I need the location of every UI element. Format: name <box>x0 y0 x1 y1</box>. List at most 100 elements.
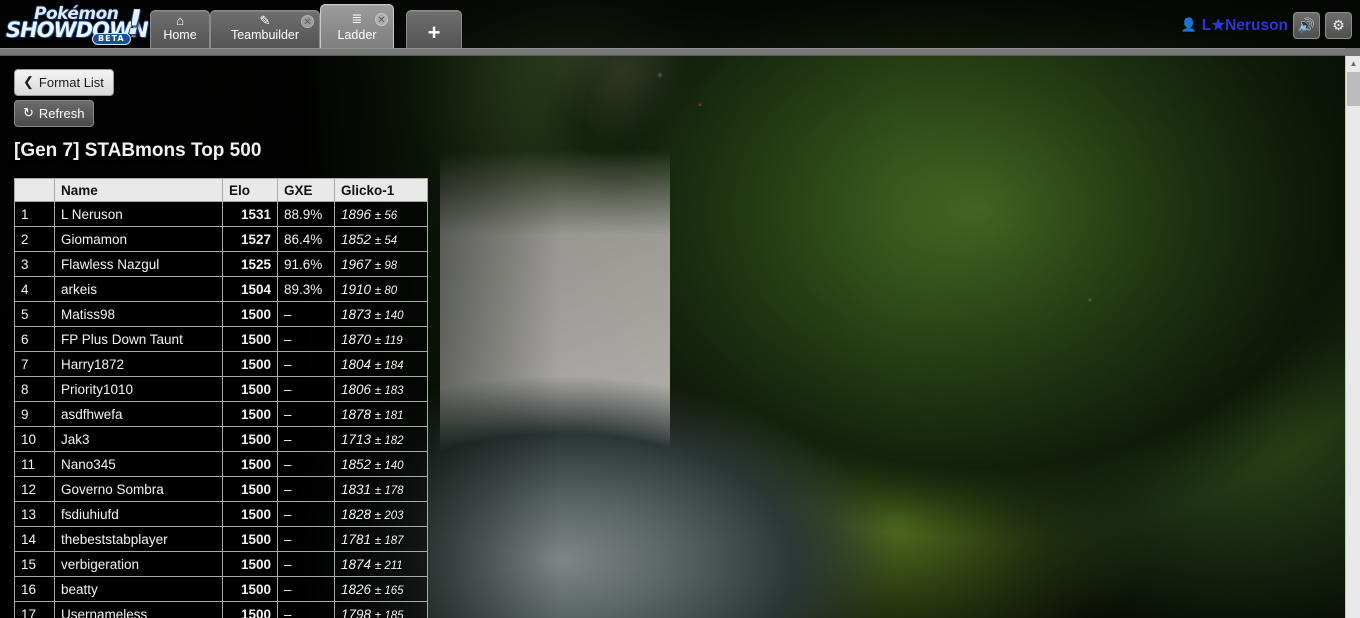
cell-gxe: – <box>277 376 335 402</box>
format-list-button[interactable]: ❮ Format List <box>14 69 114 96</box>
scroll-up-arrow-icon[interactable]: ▲ <box>1346 56 1360 71</box>
cell-elo: 1500 <box>222 401 278 427</box>
glicko-deviation: ± 140 <box>374 309 404 322</box>
cell-name[interactable]: asdfhwefa <box>54 401 223 427</box>
table-row[interactable]: 11 Nano345 1500–1852 ± 140 <box>14 451 428 477</box>
cell-name[interactable]: arkeis <box>54 276 223 302</box>
cell-gxe: – <box>277 601 335 618</box>
tab-ladder-close-icon[interactable]: ✕ <box>375 13 388 26</box>
cell-rank: 2 <box>14 226 55 252</box>
cell-name[interactable]: thebeststabplayer <box>54 526 223 552</box>
table-row[interactable]: 17 Usernameless 1500–1798 ± 185 <box>14 601 428 618</box>
glicko-value: 1874 <box>341 556 372 572</box>
glicko-deviation: ± 182 <box>374 434 404 447</box>
glicko-deviation: ± 80 <box>374 284 398 297</box>
page-scrollbar[interactable]: ▲ <box>1345 56 1360 618</box>
table-row[interactable]: 13 fsdiuhiufd 1500–1828 ± 203 <box>14 501 428 527</box>
table-row[interactable]: 2 Giomamon 1527 86.4% 1852 ± 54 <box>14 226 428 252</box>
table-row[interactable]: 4 arkeis 1504 89.3% 1910 ± 80 <box>14 276 428 302</box>
refresh-button[interactable]: ↻ Refresh <box>14 100 95 127</box>
user-icon: 👤 <box>1180 17 1197 32</box>
table-row[interactable]: 8 Priority1010 1500–1806 ± 183 <box>14 376 428 402</box>
cell-elo: 1500 <box>222 476 278 502</box>
scrollbar-thumb[interactable] <box>1347 72 1360 106</box>
table-row[interactable]: 3 Flawless Nazgul 1525 91.6% 1967 ± 98 <box>14 251 428 277</box>
cell-gxe: 91.6% <box>277 251 335 277</box>
refresh-icon: ↻ <box>23 105 34 120</box>
table-row[interactable]: 1L Neruson 1531 88.9% 1896 ± 56 <box>14 201 428 227</box>
cell-rank: 8 <box>14 376 55 402</box>
cell-name[interactable]: verbigeration <box>54 551 223 577</box>
cell-elo: 1531 <box>222 201 278 227</box>
cell-glicko: 1873 ± 140 <box>334 301 428 327</box>
cell-name[interactable]: Jak3 <box>54 426 223 452</box>
cell-elo: 1500 <box>222 501 278 527</box>
tab-teambuilder-label: Teambuilder <box>230 28 300 42</box>
gear-icon: ⚙ <box>1332 16 1345 33</box>
cell-name[interactable]: Matiss98 <box>54 301 223 327</box>
glicko-deviation: ± 56 <box>374 209 398 222</box>
cell-name[interactable]: Nano345 <box>54 451 223 477</box>
table-row[interactable]: 12 Governo Sombra 1500–1831 ± 178 <box>14 476 428 502</box>
cell-name[interactable]: Giomamon <box>54 226 223 252</box>
scrollbar-corner <box>1345 48 1360 56</box>
glicko-deviation: ± 185 <box>374 609 404 618</box>
ladder-table-container: Name Elo GXE Glicko-1 1L Neruson 1531 88.9… <box>14 178 428 618</box>
cell-gxe: – <box>277 451 335 477</box>
table-row[interactable]: 7 Harry1872 1500–1804 ± 184 <box>14 351 428 377</box>
glicko-deviation: ± 178 <box>374 484 404 497</box>
cell-name[interactable]: Governo Sombra <box>54 476 223 502</box>
cell-name[interactable]: Priority1010 <box>54 376 223 402</box>
cell-name[interactable]: Usernameless <box>54 601 223 618</box>
table-row[interactable]: 6 FP Plus Down Taunt 1500–1870 ± 119 <box>14 326 428 352</box>
cell-name[interactable]: beatty <box>54 576 223 602</box>
table-row[interactable]: 15 verbigeration 1500–1874 ± 211 <box>14 551 428 577</box>
table-row[interactable]: 10 Jak3 1500–1713 ± 182 <box>14 426 428 452</box>
table-row[interactable]: 14 thebeststabplayer 1500–1781 ± 187 <box>14 526 428 552</box>
site-logo[interactable]: Pokémon SHOWDOWN BETA ! <box>4 2 149 46</box>
tab-teambuilder-close-icon[interactable]: ✕ <box>301 15 314 28</box>
tab-home[interactable]: ⌂ Home <box>150 10 210 48</box>
cell-elo: 1500 <box>222 601 278 618</box>
cell-name[interactable]: L Neruson <box>54 201 223 227</box>
table-row[interactable]: 9 asdfhwefa 1500–1878 ± 181 <box>14 401 428 427</box>
glicko-deviation: ± 187 <box>374 534 404 547</box>
cell-rank: 7 <box>14 351 55 377</box>
new-tab-button[interactable]: + <box>406 10 462 48</box>
cell-glicko: 1826 ± 165 <box>334 576 428 602</box>
sound-button[interactable]: 🔊 <box>1293 11 1320 39</box>
glicko-value: 1896 <box>341 206 372 222</box>
cell-name[interactable]: FP Plus Down Taunt <box>54 326 223 352</box>
table-row[interactable]: 5 Matiss98 1500–1873 ± 140 <box>14 301 428 327</box>
glicko-deviation: ± 165 <box>374 584 404 597</box>
glicko-deviation: ± 211 <box>374 559 403 572</box>
cell-glicko: 1874 ± 211 <box>334 551 428 577</box>
cell-elo: 1500 <box>222 376 278 402</box>
cell-gxe: – <box>277 476 335 502</box>
tab-ladder[interactable]: ≣ ✕ Ladder <box>320 4 394 48</box>
cell-glicko: 1870 ± 119 <box>334 326 428 352</box>
glicko-value: 1713 <box>341 431 372 447</box>
column-header-elo: Elo <box>222 178 278 202</box>
glicko-value: 1870 <box>341 331 372 347</box>
glicko-deviation: ± 119 <box>374 334 403 347</box>
glicko-value: 1852 <box>341 456 372 472</box>
cell-glicko: 1896 ± 56 <box>334 201 428 227</box>
table-row[interactable]: 16 beatty 1500–1826 ± 165 <box>14 576 428 602</box>
logo-exclamation: ! <box>127 3 143 43</box>
cell-elo: 1500 <box>222 326 278 352</box>
tab-teambuilder[interactable]: ✎ ✕ Teambuilder <box>210 10 320 48</box>
cell-rank: 15 <box>14 551 55 577</box>
cell-glicko: 1878 ± 181 <box>334 401 428 427</box>
cell-glicko: 1852 ± 54 <box>334 226 428 252</box>
cell-glicko: 1798 ± 185 <box>334 601 428 618</box>
cell-name[interactable]: Flawless Nazgul <box>54 251 223 277</box>
cell-name[interactable]: Harry1872 <box>54 351 223 377</box>
glicko-value: 1781 <box>341 531 372 547</box>
app-window: Pokémon SHOWDOWN BETA ! ⌂ Home ✎ ✕ Teamb… <box>0 0 1360 618</box>
cell-rank: 17 <box>14 601 55 618</box>
tab-home-label: Home <box>163 28 197 42</box>
username-button[interactable]: 👤 L★Neruson <box>1181 16 1288 35</box>
cell-name[interactable]: fsdiuhiufd <box>54 501 223 527</box>
settings-button[interactable]: ⚙ <box>1325 11 1352 39</box>
